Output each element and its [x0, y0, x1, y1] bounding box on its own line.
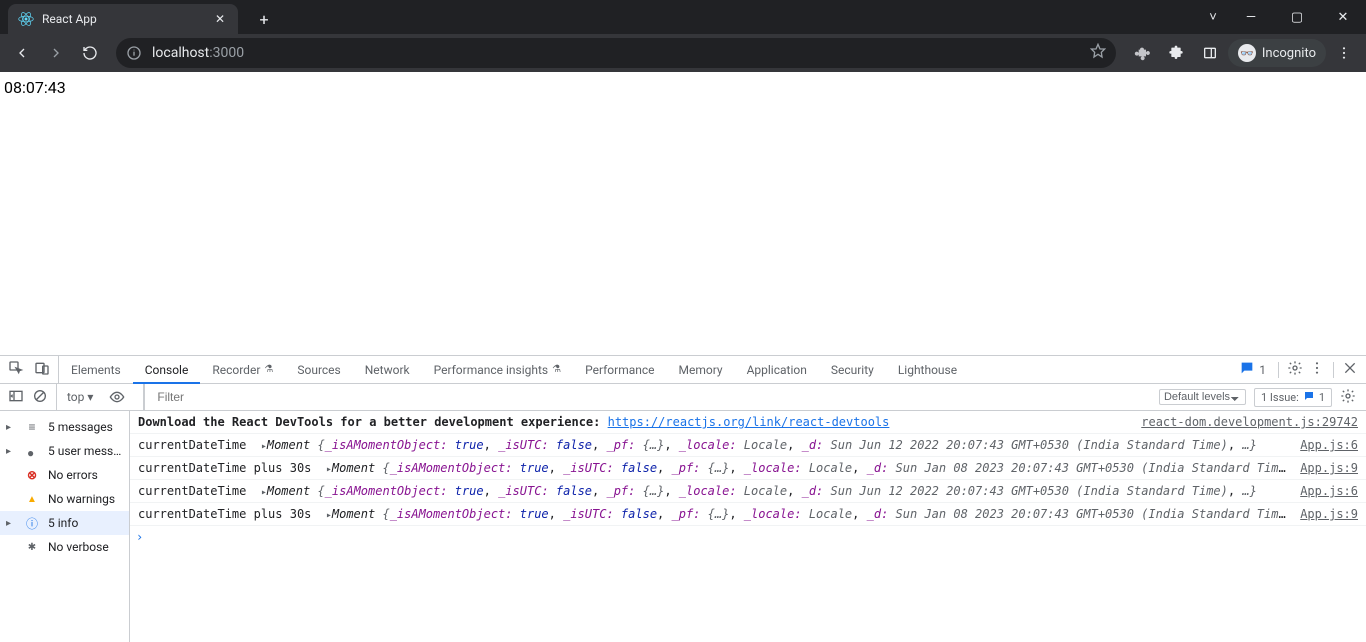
devtools-tab-application[interactable]: Application — [735, 356, 819, 383]
browser-toolbar: localhost:3000 👓 Incognito — [0, 34, 1366, 72]
caret-icon: ▸ — [6, 446, 16, 457]
inspect-element-icon[interactable] — [8, 360, 24, 379]
console-log-line[interactable]: currentDateTime plus 30s ▸Moment {_isAMo… — [130, 457, 1366, 480]
sidebar-item-warnings[interactable]: No warnings — [0, 487, 129, 511]
console-sidebar-toggle-icon[interactable] — [8, 388, 24, 407]
devtools-tab-network[interactable]: Network — [353, 356, 422, 383]
extension-1-icon[interactable] — [1126, 37, 1158, 69]
address-bar[interactable]: localhost:3000 — [116, 38, 1116, 68]
console-filter-input[interactable] — [153, 384, 1149, 410]
sidebar-item-verbose[interactable]: No verbose — [0, 535, 129, 559]
incognito-label: Incognito — [1262, 46, 1316, 61]
react-devtools-link[interactable]: https://reactjs.org/link/react-devtools — [608, 415, 890, 429]
errors-icon — [24, 468, 40, 482]
devtools-tabstrip: ElementsConsoleRecorder⚗SourcesNetworkPe… — [0, 356, 1366, 384]
messages-icon — [24, 420, 40, 434]
device-toggle-icon[interactable] — [34, 360, 50, 379]
back-button[interactable] — [6, 37, 38, 69]
console-log-area: Download the React DevTools for a better… — [130, 411, 1366, 642]
devtools-tab-memory[interactable]: Memory — [667, 356, 735, 383]
devtools-tab-recorder[interactable]: Recorder⚗ — [200, 356, 285, 383]
tabs-caret-button[interactable]: ˅ — [1198, 0, 1228, 34]
tab-close-button[interactable]: ✕ — [212, 11, 228, 27]
tab-title: React App — [42, 12, 204, 26]
incognito-chip[interactable]: 👓 Incognito — [1228, 39, 1326, 67]
browser-tab[interactable]: React App ✕ — [8, 4, 238, 34]
app-time-text: 08:07:43 — [0, 72, 1366, 103]
url-port: :3000 — [209, 45, 244, 61]
devtools-settings-icon[interactable] — [1287, 360, 1303, 379]
chat-icon — [1239, 360, 1255, 379]
caret-icon: ▸ — [6, 422, 16, 433]
user-icon — [24, 446, 40, 456]
devtools-tab-performance-insights[interactable]: Performance insights⚗ — [422, 356, 573, 383]
live-expression-icon[interactable] — [101, 389, 133, 405]
console-sidebar: ▸ 5 messages ▸ 5 user mess… No errors No warn… — [0, 411, 130, 642]
kebab-menu-button[interactable] — [1328, 37, 1360, 69]
issues-badge-count: 1 — [1259, 363, 1266, 377]
sidebar-item-label: No verbose — [48, 540, 125, 554]
devtools-tab-sources[interactable]: Sources — [285, 356, 352, 383]
window-minimize-button[interactable]: — — [1228, 0, 1274, 34]
devtools-panel: ElementsConsoleRecorder⚗SourcesNetworkPe… — [0, 355, 1366, 642]
devtools-body: ▸ 5 messages ▸ 5 user mess… No errors No warn… — [0, 411, 1366, 642]
log-source-link[interactable]: App.js:6 — [1290, 438, 1358, 452]
log-source-link[interactable]: App.js:9 — [1290, 461, 1358, 475]
sidebar-item-label: 5 messages — [48, 420, 125, 434]
console-prompt[interactable]: › — [130, 526, 1366, 548]
sidepanel-icon[interactable] — [1194, 37, 1226, 69]
sidebar-item-info[interactable]: ▸ 5 info — [0, 511, 129, 535]
browser-titlebar: React App ✕ + ˅ — ▢ ✕ — [0, 0, 1366, 34]
incognito-icon: 👓 — [1238, 44, 1256, 62]
devtools-kebab-icon[interactable] — [1309, 360, 1325, 379]
console-log-line[interactable]: Download the React DevTools for a better… — [130, 411, 1366, 434]
extensions-icon[interactable] — [1160, 37, 1192, 69]
info-icon — [24, 515, 40, 532]
url-host: localhost — [152, 45, 209, 61]
forward-button[interactable] — [40, 37, 72, 69]
experiment-icon: ⚗ — [264, 364, 273, 375]
sidebar-item-label: 5 info — [48, 516, 125, 530]
log-source-link[interactable]: react-dom.development.js:29742 — [1131, 415, 1358, 429]
issues-badge[interactable]: 1 — [1235, 359, 1270, 380]
experiment-icon: ⚗ — [552, 364, 561, 375]
sidebar-item-label: 5 user mess… — [48, 444, 125, 458]
devtools-tab-elements[interactable]: Elements — [59, 356, 133, 383]
devtools-tab-security[interactable]: Security — [819, 356, 886, 383]
caret-icon: ▸ — [6, 518, 16, 529]
sidebar-item-label: No errors — [48, 468, 125, 482]
console-settings-icon[interactable] — [1340, 388, 1356, 407]
devtools-tab-performance[interactable]: Performance — [573, 356, 666, 383]
issues-pill[interactable]: 1 Issue: 1 — [1254, 388, 1332, 407]
url-text: localhost:3000 — [152, 45, 244, 61]
new-tab-button[interactable]: + — [250, 4, 278, 34]
log-levels-select[interactable]: Default levels — [1159, 389, 1246, 405]
console-clear-icon[interactable] — [32, 388, 48, 407]
sidebar-item-messages[interactable]: ▸ 5 messages — [0, 415, 129, 439]
window-controls: ˅ — ▢ ✕ — [1198, 0, 1366, 34]
window-maximize-button[interactable]: ▢ — [1274, 0, 1320, 34]
site-info-icon[interactable] — [126, 45, 142, 61]
context-selector[interactable]: top ▾ — [67, 390, 93, 404]
log-source-link[interactable]: App.js:6 — [1290, 484, 1358, 498]
window-close-button[interactable]: ✕ — [1320, 0, 1366, 34]
console-log-line[interactable]: currentDateTime ▸Moment {_isAMomentObjec… — [130, 434, 1366, 457]
react-favicon-icon — [18, 11, 34, 27]
console-toolbar: top ▾ Default levels 1 Issue: 1 — [0, 384, 1366, 411]
console-log-line[interactable]: currentDateTime plus 30s ▸Moment {_isAMo… — [130, 503, 1366, 526]
verbose-icon — [24, 542, 40, 553]
sidebar-item-user[interactable]: ▸ 5 user mess… — [0, 439, 129, 463]
sidebar-item-label: No warnings — [48, 492, 125, 506]
page-viewport: 08:07:43 ElementsConsoleRecorder⚗Sources… — [0, 72, 1366, 642]
chat-icon — [1303, 390, 1315, 405]
devtools-tab-console[interactable]: Console — [133, 356, 201, 383]
sidebar-item-errors[interactable]: No errors — [0, 463, 129, 487]
console-log-line[interactable]: currentDateTime ▸Moment {_isAMomentObjec… — [130, 480, 1366, 503]
warnings-icon — [24, 494, 40, 505]
devtools-tab-lighthouse[interactable]: Lighthouse — [886, 356, 969, 383]
devtools-close-icon[interactable] — [1342, 360, 1358, 379]
log-source-link[interactable]: App.js:9 — [1290, 507, 1358, 521]
reload-button[interactable] — [74, 37, 106, 69]
bookmark-star-icon[interactable] — [1090, 43, 1106, 63]
